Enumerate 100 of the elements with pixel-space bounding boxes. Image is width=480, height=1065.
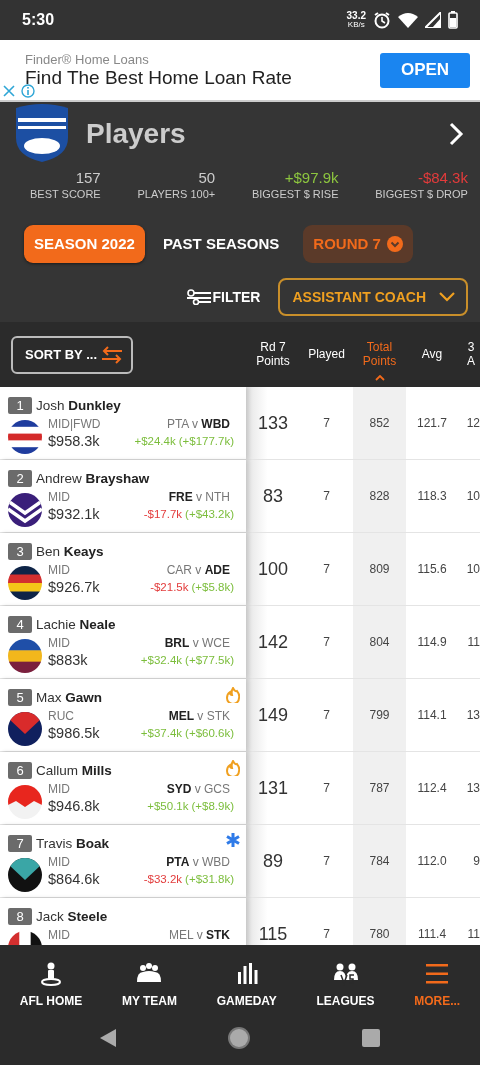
signal-icon: [425, 12, 441, 28]
player-cell[interactable]: 4 Lachie Neale MID $883k BRL v WCE +$32.4k (+$77.5k): [0, 606, 246, 678]
player-price: $864.6k: [48, 871, 101, 887]
price-change: +$24.4k: [134, 435, 176, 447]
column-header[interactable]: 3 A: [466, 340, 476, 369]
chevron-right-icon[interactable]: [448, 121, 464, 146]
stat-value: -$84.3k: [417, 169, 468, 186]
player-cell[interactable]: 8 Jack Steele MID MEL v STK: [0, 898, 246, 945]
team-jumper-icon: [8, 493, 42, 527]
nav-tab[interactable]: MORE...: [410, 961, 465, 1008]
battery-icon: [448, 11, 458, 29]
person-pin-icon: [39, 961, 64, 986]
season-price-change: (+$31.8k): [185, 873, 234, 885]
column-header[interactable]: Rd 7 Points: [246, 340, 300, 369]
player-position: RUC: [48, 709, 75, 723]
player-name: Lachie Neale: [36, 616, 116, 632]
table-cell: 115: [258, 923, 288, 945]
season-price-change: (+$43.2k): [185, 508, 234, 520]
stat-label: BEST SCORE: [30, 188, 101, 200]
table-cell: 7: [323, 927, 330, 941]
table-cell: 7: [323, 854, 330, 868]
player-name: Ben Keays: [36, 543, 104, 559]
nav-tab[interactable]: LEAGUES: [312, 961, 379, 1008]
table-cell: 10: [466, 489, 480, 503]
table-cell: 799: [369, 708, 390, 722]
table-cell: 7: [323, 781, 330, 795]
price-change: +$50.1k: [147, 800, 189, 812]
player-cell[interactable]: 7 Travis Boak MID $864.6k PTA v WBD -$33.2k (+$31.8k): [0, 825, 246, 897]
season-price-change: (+$77.5k): [185, 654, 234, 666]
sort-caret-icon: [374, 375, 385, 381]
info-icon[interactable]: [21, 84, 35, 98]
stat-label: PLAYERS 100+: [137, 188, 216, 200]
player-price: $958.3k: [48, 433, 101, 449]
table-cell: 114.9: [417, 635, 447, 649]
player-price: $926.7k: [48, 579, 101, 595]
nav-tab[interactable]: GAMEDAY: [212, 961, 281, 1008]
close-icon[interactable]: [2, 84, 16, 98]
team-jumper-icon: [8, 712, 42, 746]
table-cell: 7: [323, 416, 330, 430]
table-cell: 780: [369, 927, 390, 941]
chevron-down-icon: [438, 291, 456, 303]
table-cell: 804: [369, 635, 390, 649]
team-jumper-icon: [8, 639, 42, 673]
player-cell[interactable]: 3 Ben Keays MID $926.7k CAR v ADE -$21.5k (+$5.8k): [0, 533, 246, 605]
price-change: +$37.4k: [140, 727, 183, 739]
table-cell: 11: [467, 635, 480, 649]
table-cell: 149: [257, 704, 288, 726]
table-cell: 10: [466, 562, 480, 576]
open-button[interactable]: OPEN: [380, 52, 470, 88]
fixture: PTA v WBD: [166, 855, 230, 869]
ad-banner[interactable]: Finder® Home Loans Find The Best Home Loan Rate OPEN: [0, 40, 480, 102]
nav-tab[interactable]: AFL HOME: [15, 961, 87, 1008]
fixture: FRE v NTH: [168, 490, 230, 504]
season-price-change: (+$60.6k): [185, 727, 234, 739]
table-cell: 11: [467, 927, 480, 941]
column-header[interactable]: Avg: [421, 347, 443, 362]
page-title: Players: [86, 117, 187, 150]
view-dropdown[interactable]: ASSISTANT COACH: [278, 278, 468, 316]
nav-tab[interactable]: MY TEAM: [117, 961, 181, 1008]
column-header[interactable]: Total Points: [353, 340, 406, 369]
player-cell[interactable]: 5 Max Gawn RUC $986.5k MEL v STK +$37.4k (+$60.6k): [0, 679, 246, 751]
player-name: Josh Dunkley: [36, 397, 121, 413]
speed-unit: KB/s: [347, 21, 365, 29]
wifi-icon: [398, 12, 418, 28]
table-cell: 121.7: [417, 416, 447, 430]
table-cell: 118.3: [417, 489, 447, 503]
player-cell[interactable]: 2 Andrew Brayshaw MID $932.1k FRE v NTH -$17.7k (+$43.2k): [0, 460, 246, 532]
table-cell: 828: [369, 489, 390, 503]
column-header[interactable]: Played: [308, 347, 345, 362]
team-jumper-icon: [8, 420, 42, 454]
clock-time: 5:30: [22, 11, 55, 29]
price-change: -$21.5k: [150, 581, 189, 593]
back-icon[interactable]: [99, 1027, 117, 1048]
player-cell[interactable]: 1 Josh Dunkley MID|FWD $958.3k PTA v WBD +$24.4k (+$177.7k): [0, 387, 246, 459]
table-cell: 784: [369, 854, 390, 868]
table-cell: 7: [323, 489, 330, 503]
player-position: MID: [48, 782, 71, 796]
home-icon[interactable]: [227, 1025, 251, 1050]
rank-badge: 4: [8, 615, 32, 633]
chevron-down-icon: [386, 235, 403, 252]
table-cell: 111.4: [417, 927, 447, 941]
table-cell: 787: [369, 781, 390, 795]
rank-badge: 5: [8, 688, 32, 706]
season-price-change: (+$5.8k): [191, 581, 234, 593]
recents-icon[interactable]: [361, 1027, 381, 1048]
player-name: Travis Boak: [36, 835, 109, 851]
season-price-change: (+$177.7k): [178, 435, 234, 447]
player-position: MID: [48, 636, 71, 650]
price-change: +$32.4k: [140, 654, 183, 666]
table-cell: 7: [323, 635, 330, 649]
filter-button[interactable]: FILTER: [186, 289, 261, 305]
player-position: MID: [48, 928, 71, 942]
ad-headline: Find The Best Home Loan Rate: [25, 66, 292, 89]
season-tab[interactable]: PAST SEASONS: [152, 224, 290, 263]
player-cell[interactable]: 6 Callum Mills MID $946.8k SYD v GCS +$50.1k (+$8.9k): [0, 752, 246, 824]
stat-label: BIGGEST $ RISE: [251, 188, 339, 200]
rank-badge: 7: [8, 834, 32, 852]
player-position: MID: [48, 490, 71, 504]
rank-badge: 2: [8, 469, 32, 487]
sort-button[interactable]: SORT BY ...: [11, 335, 133, 374]
